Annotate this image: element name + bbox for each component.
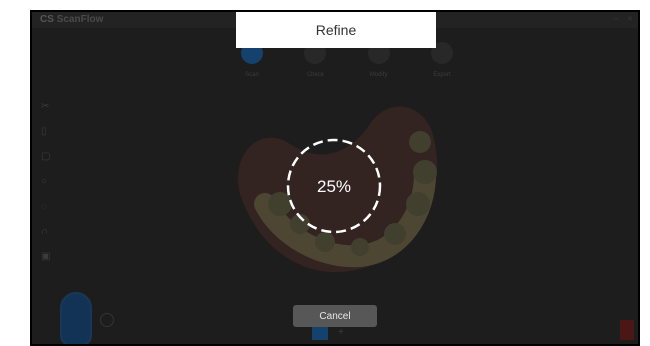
app-window: CS ScanFlow – × Scan Check Modify Export… xyxy=(30,10,640,346)
cancel-button[interactable]: Cancel xyxy=(293,305,377,327)
scan-workspace: CS ScanFlow – × Scan Check Modify Export… xyxy=(32,12,638,344)
progress-percent: 25% xyxy=(316,177,352,196)
refine-dialog-title: Refine xyxy=(236,12,436,48)
refine-progress: 25% xyxy=(284,136,384,236)
